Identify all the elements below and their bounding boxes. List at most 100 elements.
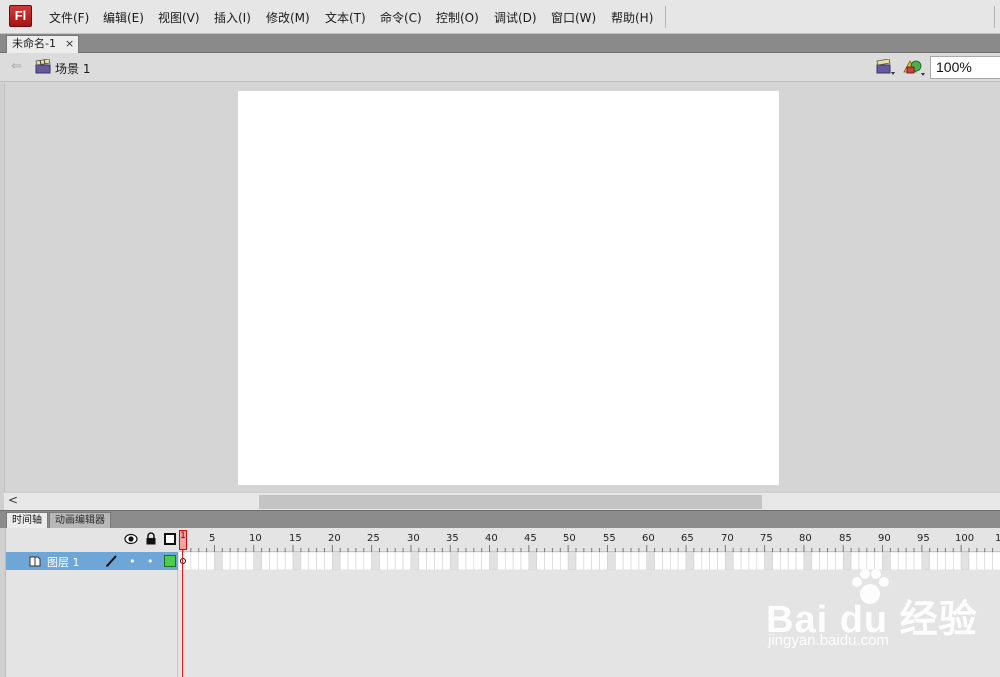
frame-cell	[599, 552, 608, 570]
frame-cell	[536, 552, 545, 570]
frame-cell	[732, 552, 742, 570]
ruler-label: 85	[839, 533, 852, 544]
close-icon[interactable]: ×	[65, 36, 74, 52]
menu-edit[interactable]: 编辑(E)	[103, 9, 144, 26]
outline-toggle-icon[interactable]	[164, 533, 176, 545]
playhead[interactable]: 1	[179, 530, 187, 550]
ruler-label: 15	[289, 533, 302, 544]
frame-cell	[481, 552, 490, 570]
frame-cell	[512, 552, 522, 570]
frame-cell	[449, 552, 459, 570]
edit-bar: ⇐ 场景 1 100%	[0, 53, 1000, 82]
frame-cell	[387, 552, 396, 570]
scroll-left-arrow[interactable]: <	[8, 493, 18, 507]
frame-cell	[497, 552, 506, 570]
frame-cell	[292, 552, 302, 570]
layer-lock-dot[interactable]: •	[147, 555, 154, 568]
watermark-url: jingyan.baidu.com	[768, 632, 889, 649]
frame-cell	[190, 552, 200, 570]
ruler-label: 100	[955, 533, 975, 544]
menu-control[interactable]: 控制(O)	[436, 9, 479, 26]
ruler-label: 40	[485, 533, 498, 544]
ruler-label: 45	[524, 533, 537, 544]
layer-outline-color[interactable]	[164, 555, 176, 567]
pencil-icon	[106, 555, 117, 567]
frame-cell	[308, 552, 317, 570]
stage-canvas[interactable]	[238, 91, 779, 485]
back-arrow-icon[interactable]: ⇐	[11, 59, 22, 74]
ruler-label: 65	[681, 533, 694, 544]
menu-window[interactable]: 窗口(W)	[551, 9, 596, 26]
frame-cell	[402, 552, 412, 570]
frame-cell	[685, 552, 695, 570]
frame-cell	[646, 552, 655, 570]
frame-cell	[465, 552, 475, 570]
frame-cell	[410, 552, 420, 570]
zoom-field[interactable]: 100%	[930, 56, 1000, 79]
frame-cell	[544, 552, 553, 570]
frame-cell	[379, 552, 388, 570]
playhead-line	[182, 550, 183, 677]
ruler-label: 90	[878, 533, 891, 544]
frame-cell	[559, 552, 569, 570]
frame-cell	[316, 552, 325, 570]
edit-scene-icon[interactable]	[876, 59, 896, 76]
frame-ruler[interactable]: 5 10 15 20 25 30 35 40 45 50 55 60 65 70…	[179, 528, 1000, 552]
menu-file[interactable]: 文件(F)	[49, 9, 89, 26]
flash-logo-icon: Fl	[9, 5, 32, 27]
menu-separator-end	[994, 6, 995, 28]
tab-motion-editor[interactable]: 动画编辑器	[49, 512, 111, 529]
frame-cell	[442, 552, 451, 570]
frame-cell	[269, 552, 278, 570]
document-tab[interactable]: 未命名-1 ×	[6, 35, 79, 53]
timeline-panel: 图层 1 • • 5 10 15 20 25 30 35 40 45 50 55…	[0, 528, 1000, 677]
menu-separator	[665, 6, 666, 28]
frame-cell	[394, 552, 404, 570]
layers-header	[6, 528, 178, 552]
menu-insert[interactable]: 插入(I)	[214, 9, 251, 26]
ruler-label: 80	[799, 533, 812, 544]
edit-symbols-icon[interactable]	[902, 58, 926, 77]
keyframe-icon[interactable]	[180, 558, 186, 564]
frame-cell	[284, 552, 294, 570]
frame-cell	[245, 552, 255, 570]
tab-timeline[interactable]: 时间轴	[6, 512, 48, 529]
ruler-label: 75	[760, 533, 773, 544]
eye-icon[interactable]	[124, 533, 138, 545]
scrollbar-thumb[interactable]	[259, 495, 762, 509]
layer-visibility-dot[interactable]: •	[129, 555, 136, 568]
menu-view[interactable]: 视图(V)	[158, 9, 200, 26]
frame-cell	[426, 552, 435, 570]
frame-cell	[371, 552, 380, 570]
menu-modify[interactable]: 修改(M)	[266, 9, 310, 26]
frame-cell	[622, 552, 632, 570]
ruler-label: 35	[446, 533, 459, 544]
frame-cell	[457, 552, 467, 570]
frame-cell	[347, 552, 357, 570]
ruler-label: 50	[563, 533, 576, 544]
horizontal-scrollbar[interactable]: <	[4, 492, 1000, 510]
frame-cell	[434, 552, 443, 570]
ruler-label: 25	[367, 533, 380, 544]
ruler-label: 60	[642, 533, 655, 544]
layer-page-icon	[29, 556, 41, 567]
frame-cell	[206, 552, 215, 570]
frame-cell	[740, 552, 750, 570]
frame-cell	[253, 552, 262, 570]
menu-help[interactable]: 帮助(H)	[611, 9, 653, 26]
frame-cell	[552, 552, 561, 570]
frame-cell	[677, 552, 687, 570]
frame-cell	[591, 552, 600, 570]
frame-cell	[363, 552, 372, 570]
frame-cell	[528, 552, 537, 570]
layer-name[interactable]: 图层 1	[47, 554, 80, 570]
panel-tab-bar: 时间轴 动画编辑器	[0, 510, 1000, 529]
frame-cell	[198, 552, 207, 570]
lock-icon[interactable]	[145, 532, 157, 545]
menu-text[interactable]: 文本(T)	[325, 9, 366, 26]
menu-commands[interactable]: 命令(C)	[380, 9, 422, 26]
layer-row[interactable]: 图层 1 • •	[6, 552, 178, 570]
frame-cell	[214, 552, 223, 570]
menu-debug[interactable]: 调试(D)	[494, 9, 537, 26]
scene-breadcrumb[interactable]: 场景 1	[55, 60, 90, 77]
